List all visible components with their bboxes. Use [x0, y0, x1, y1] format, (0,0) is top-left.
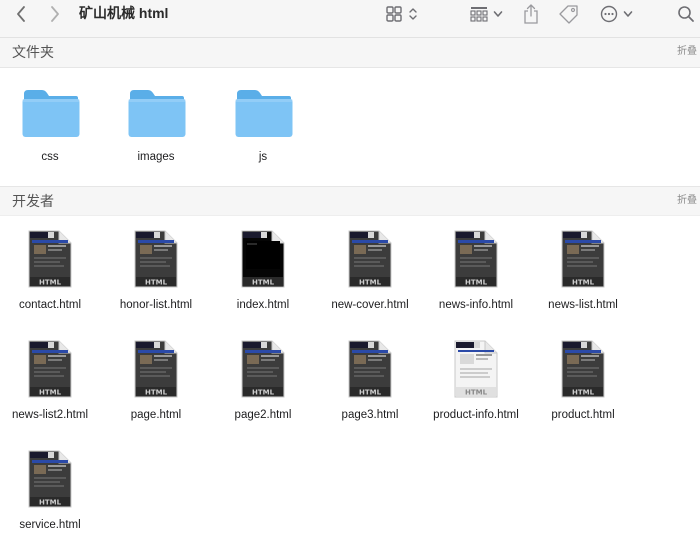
folder-icon [235, 90, 293, 137]
search-icon [678, 6, 694, 22]
section-title: 开发者 [12, 193, 54, 209]
folder-icon [128, 90, 186, 137]
forward-button[interactable] [44, 3, 66, 25]
search-button[interactable] [676, 3, 696, 25]
svg-text:HTML: HTML [145, 389, 168, 397]
svg-text:HTML: HTML [465, 389, 488, 397]
view-mode-button[interactable] [383, 3, 421, 25]
tag-icon [559, 5, 578, 24]
svg-text:HTML: HTML [252, 389, 275, 397]
folder-icon [22, 90, 80, 137]
html-file-icon: HTML [454, 340, 498, 398]
html-file-icon: HTML [561, 230, 605, 288]
svg-text:HTML: HTML [359, 279, 382, 287]
svg-text:HTML: HTML [39, 279, 62, 287]
file-name: contact.html [19, 299, 81, 311]
html-file-icon: HTML [348, 340, 392, 398]
file-name: page.html [130, 409, 182, 421]
tag-button[interactable] [556, 3, 582, 25]
file-name: page2.html [234, 409, 292, 421]
svg-text:HTML: HTML [252, 279, 275, 287]
svg-text:HTML: HTML [39, 389, 62, 397]
file-name: news-info.html [438, 299, 514, 311]
svg-text:HTML: HTML [145, 279, 168, 287]
html-file-icon: HTML [134, 230, 178, 288]
file-name: service.html [19, 519, 81, 531]
folders-section-header: 文件夹 折叠 [0, 38, 700, 68]
finder-toolbar: 矿山机械 html [0, 0, 700, 38]
file-name: index.html [236, 299, 290, 311]
html-file-icon: HTML [134, 340, 178, 398]
file-name: product-info.html [433, 409, 519, 421]
file-name: new-cover.html [331, 299, 409, 311]
svg-text:HTML: HTML [359, 389, 382, 397]
html-file-icon: HTML [28, 230, 72, 288]
folder-name: images [137, 151, 175, 163]
html-file-icon: HTML [28, 340, 72, 398]
ellipsis-circle-icon [600, 5, 617, 23]
file-name: page3.html [341, 409, 399, 421]
folder-name: css [41, 151, 59, 163]
more-actions-button[interactable] [597, 3, 635, 25]
chevron-left-icon [17, 6, 25, 22]
collapse-button[interactable]: 折叠 [677, 195, 697, 207]
share-icon [524, 4, 538, 24]
up-down-chevron-icon [409, 8, 417, 20]
svg-text:HTML: HTML [465, 279, 488, 287]
folder-name: js [258, 151, 268, 163]
html-file-icon: HTML [561, 340, 605, 398]
section-title: 文件夹 [12, 44, 54, 60]
svg-text:HTML: HTML [39, 499, 62, 507]
html-file-icon: HTML [28, 450, 72, 508]
share-button[interactable] [520, 3, 542, 25]
back-button[interactable] [10, 3, 32, 25]
file-name: news-list.html [548, 299, 618, 311]
html-file-icon: HTML [241, 340, 285, 398]
html-file-icon: HTML [241, 230, 285, 288]
window-title: 矿山机械 html [79, 5, 169, 21]
chevron-down-icon [623, 11, 632, 17]
svg-text:HTML: HTML [572, 389, 595, 397]
svg-text:HTML: HTML [572, 279, 595, 287]
html-file-icon: HTML [348, 230, 392, 288]
html-file-icon: HTML [454, 230, 498, 288]
file-name: product.html [551, 409, 615, 421]
chevron-down-icon [493, 11, 502, 17]
collapse-button[interactable]: 折叠 [677, 46, 697, 58]
developer-section-header: 开发者 折叠 [0, 186, 700, 216]
group-by-button[interactable] [468, 3, 504, 25]
file-name: honor-list.html [119, 299, 193, 311]
grid-view-icon [386, 6, 402, 22]
chevron-right-icon [51, 6, 59, 22]
file-name: news-list2.html [11, 409, 89, 421]
group-by-icon [469, 7, 488, 22]
